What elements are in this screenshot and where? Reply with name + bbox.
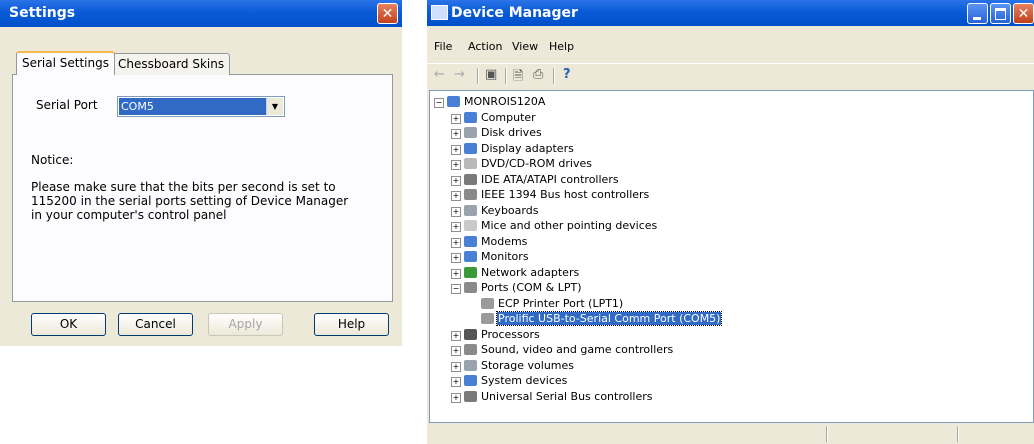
collapse-icon[interactable]: − xyxy=(434,98,444,108)
display-adapter-icon xyxy=(464,142,477,154)
computer-icon xyxy=(464,111,477,123)
notice-title: Notice: xyxy=(31,153,74,167)
expand-icon[interactable]: + xyxy=(451,361,461,372)
tree-item-label: Modems xyxy=(481,234,528,248)
expand-icon[interactable]: + xyxy=(451,253,461,263)
tree-item-label: System devices xyxy=(481,374,568,387)
tree-item-label: IDE ATA/ATAPI controllers xyxy=(481,172,619,186)
toolbar-separator xyxy=(505,68,507,84)
tree-item-label: Prolific USB-to-Serial Comm Port (COM5) xyxy=(495,311,723,326)
expand-icon[interactable]: + xyxy=(451,160,461,170)
toolbar: ← → ▣ 🗎 ⎙ ? xyxy=(427,63,1034,86)
expand-icon[interactable]: + xyxy=(451,377,461,387)
forward-arrow-icon[interactable]: → xyxy=(454,67,465,82)
menu-view[interactable]: View xyxy=(512,40,538,53)
serial-port-value: COM5 xyxy=(119,98,266,115)
tree-item-label: IEEE 1394 Bus host controllers xyxy=(481,188,650,201)
help-icon[interactable]: ? xyxy=(563,67,571,82)
device-manager-icon xyxy=(431,5,448,20)
expand-icon[interactable]: + xyxy=(451,113,461,124)
help-button[interactable]: Help xyxy=(314,313,389,336)
expand-icon[interactable]: + xyxy=(451,175,461,186)
usb-icon xyxy=(464,390,477,402)
disk-drive-icon xyxy=(464,127,477,138)
toolbar-separator xyxy=(553,68,555,84)
minimize-button[interactable] xyxy=(967,3,988,24)
notice-text: Please make sure that the bits per secon… xyxy=(31,180,349,222)
cancel-button[interactable]: Cancel xyxy=(118,313,193,336)
device-manager-window: Device Manager ✕ File Action View Help ←… xyxy=(427,0,1034,444)
expand-icon[interactable]: + xyxy=(451,268,461,279)
show-hide-tree-icon[interactable]: ▣ xyxy=(485,67,497,82)
serial-port-label: Serial Port xyxy=(36,98,98,112)
storage-volume-icon xyxy=(464,359,477,371)
tree-item-label: DVD/CD-ROM drives xyxy=(481,157,592,170)
tree-item-label: Mice and other pointing devices xyxy=(481,219,658,232)
settings-close-button[interactable]: ✕ xyxy=(377,3,398,24)
settings-dialog: Settings ✕ Serial Settings Chessboard Sk… xyxy=(0,0,402,346)
tree-item-label: MONROIS120A xyxy=(464,95,546,108)
ieee1394-icon xyxy=(464,189,477,200)
menu-action[interactable]: Action xyxy=(468,40,502,53)
computer-icon xyxy=(447,96,460,107)
port-icon xyxy=(481,313,494,324)
tab-chessboard-skins[interactable]: Chessboard Skins xyxy=(112,53,231,75)
expand-icon[interactable]: + xyxy=(451,206,461,217)
tab-serial-settings[interactable]: Serial Settings xyxy=(16,51,115,75)
port-icon xyxy=(481,297,494,309)
expand-icon[interactable]: + xyxy=(451,191,461,201)
dvd-drive-icon xyxy=(464,158,477,169)
print-icon[interactable]: ⎙ xyxy=(533,67,543,82)
maximize-button[interactable] xyxy=(990,3,1011,24)
back-arrow-icon[interactable]: ← xyxy=(434,67,445,82)
apply-button[interactable]: Apply xyxy=(208,313,283,336)
tree-item-label: Monitors xyxy=(481,250,529,263)
dropdown-arrow-icon[interactable]: ▼ xyxy=(266,98,283,115)
menu-help[interactable]: Help xyxy=(549,40,574,53)
menu-file[interactable]: File xyxy=(434,40,452,53)
tree-item-label: Storage volumes xyxy=(481,358,575,372)
keyboard-icon xyxy=(464,204,477,216)
network-adapter-icon xyxy=(464,266,477,278)
monitor-icon xyxy=(464,251,477,262)
tree-item-label: Display adapters xyxy=(481,141,574,155)
tree-item-label: Universal Serial Bus controllers xyxy=(481,389,653,403)
port-icon xyxy=(464,282,477,293)
settings-titlebar[interactable]: Settings ✕ xyxy=(0,0,402,27)
tree-item-label: Processors xyxy=(481,327,540,341)
mouse-icon xyxy=(464,220,477,231)
device-manager-titlebar[interactable]: Device Manager ✕ xyxy=(427,0,1034,26)
expand-icon[interactable]: + xyxy=(451,346,461,356)
toolbar-separator xyxy=(477,68,479,84)
modem-icon xyxy=(464,235,477,247)
tree-item-label: Computer xyxy=(481,110,536,124)
tree-item-label: ECP Printer Port (LPT1) xyxy=(498,296,624,310)
status-bar xyxy=(429,424,1034,444)
status-separator xyxy=(957,426,959,442)
tree-item-label: Keyboards xyxy=(481,203,539,217)
ide-controller-icon xyxy=(464,173,477,185)
expand-icon[interactable]: + xyxy=(451,222,461,232)
device-tree[interactable]: − MONROIS120A + Computer + Disk drives + Displa… xyxy=(429,90,1034,423)
expand-icon[interactable]: + xyxy=(451,237,461,248)
device-manager-title: Device Manager xyxy=(451,5,578,21)
ok-button[interactable]: OK xyxy=(31,313,106,336)
serial-port-select[interactable]: COM5 ▼ xyxy=(117,96,285,117)
system-device-icon xyxy=(464,375,477,386)
sound-icon xyxy=(464,344,477,355)
expand-icon[interactable]: + xyxy=(451,330,461,341)
processor-icon xyxy=(464,328,477,340)
settings-title: Settings xyxy=(9,5,76,21)
collapse-icon[interactable]: − xyxy=(451,284,461,294)
expand-icon[interactable]: + xyxy=(451,144,461,155)
status-separator xyxy=(826,426,828,442)
expand-icon[interactable]: + xyxy=(451,392,461,403)
tree-item-label: Ports (COM & LPT) xyxy=(481,281,582,294)
tree-item-label: Sound, video and game controllers xyxy=(481,343,674,356)
tree-item-label: Disk drives xyxy=(481,126,542,139)
close-button[interactable]: ✕ xyxy=(1013,3,1034,24)
tree-item-label: Network adapters xyxy=(481,265,580,279)
properties-icon[interactable]: 🗎 xyxy=(513,67,523,89)
expand-icon[interactable]: + xyxy=(451,129,461,139)
